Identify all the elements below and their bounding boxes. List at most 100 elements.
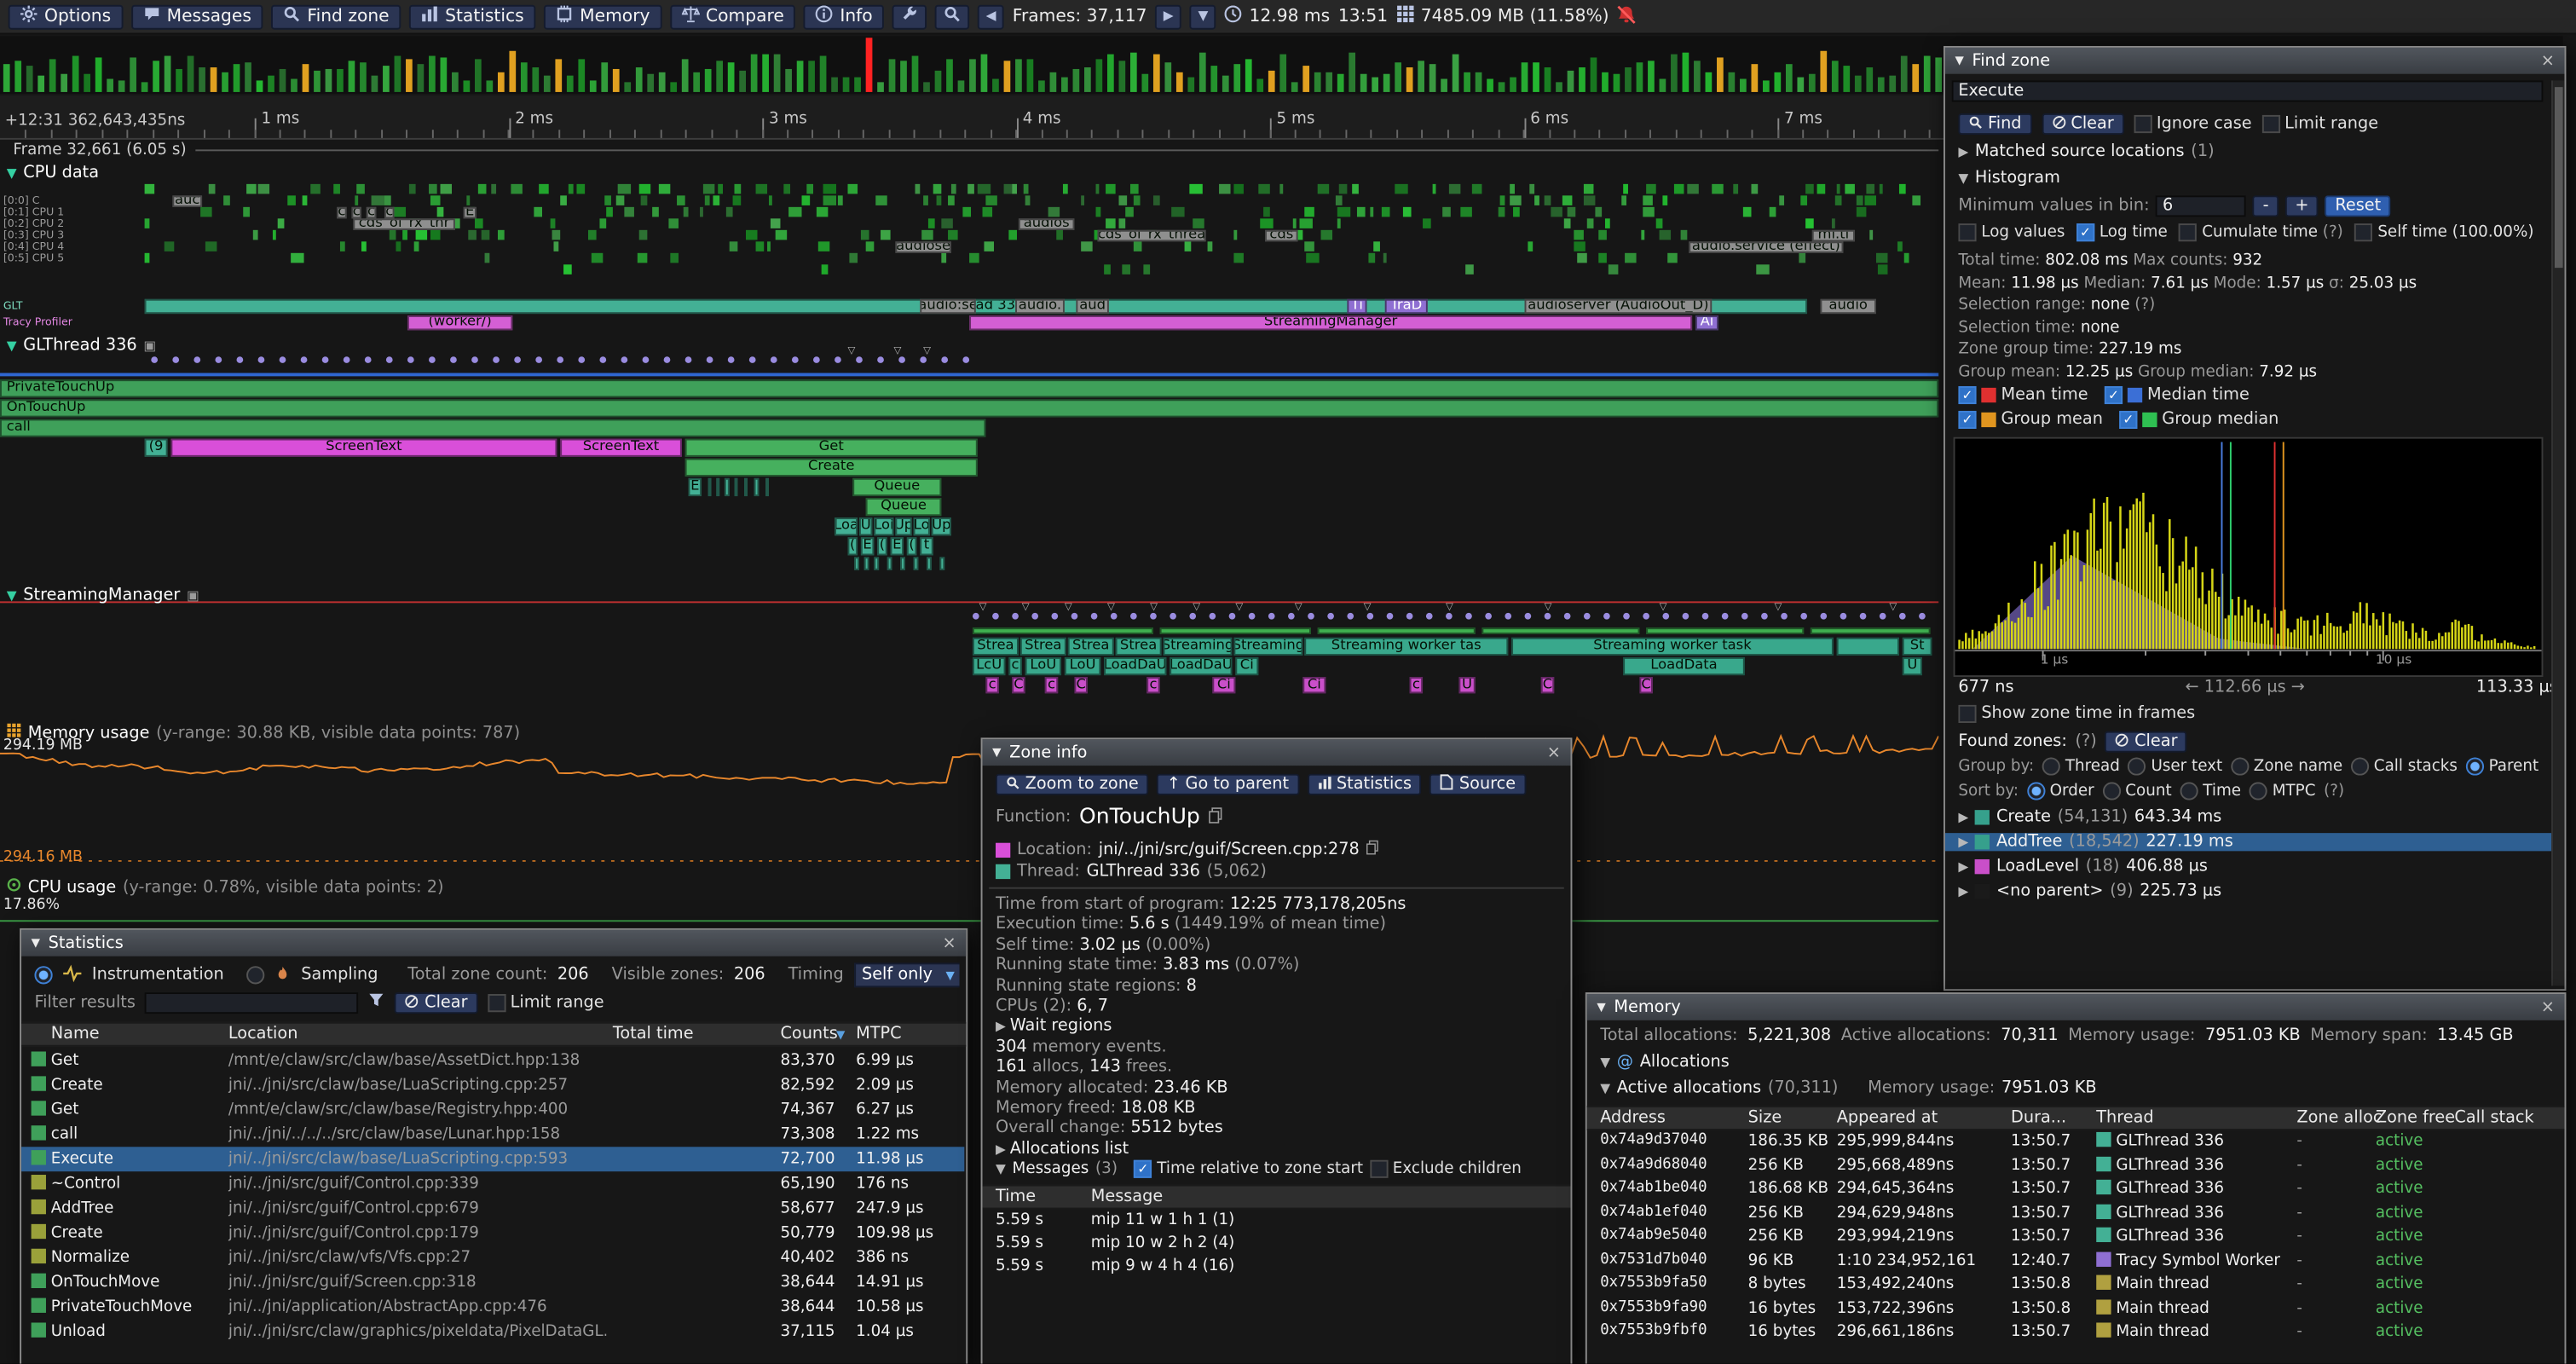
timeline-zone[interactable]: U <box>859 517 872 535</box>
exclude-children-checkbox[interactable]: Exclude children <box>1370 1160 1522 1178</box>
cpu-zone-tick[interactable] <box>1125 207 1134 217</box>
timeline-zone[interactable]: cds <box>1265 230 1298 241</box>
zone-marker-dot[interactable] <box>707 356 713 363</box>
timeline-zone[interactable]: audioserver (AudioOut_D) <box>1525 299 1713 314</box>
cpu-zone-tick[interactable] <box>1528 241 1533 251</box>
zone-marker-dot[interactable] <box>386 356 393 363</box>
zone-marker-dot[interactable] <box>1683 613 1689 620</box>
cpu-zone-tick[interactable] <box>372 195 384 205</box>
collapsed-zone-marker[interactable]: ▽ <box>1107 603 1115 613</box>
clear-button[interactable]: Clear <box>2042 113 2124 135</box>
cpu-zone-tick[interactable] <box>1260 218 1273 228</box>
statistics-titlebar[interactable]: ▼ Statistics × <box>21 930 966 957</box>
legend-median-time[interactable]: ✓Median time <box>2105 386 2250 404</box>
zone-marker-dot[interactable] <box>1249 613 1256 620</box>
stats-table-row[interactable]: PrivateTouchMovejni/../jni/application/A… <box>21 1295 964 1320</box>
cpu-zone-tick[interactable] <box>1756 264 1769 275</box>
timeline-zone[interactable]: c <box>337 207 347 218</box>
zone-marker-dot[interactable] <box>920 356 927 363</box>
stats-table-row[interactable]: Executejni/../jni/src/claw/base/LuaScrip… <box>21 1147 964 1171</box>
cpu-zone-tick[interactable] <box>441 184 452 194</box>
cpu-zone-tick[interactable] <box>1373 241 1380 251</box>
zone-marker-dot[interactable] <box>1130 613 1137 620</box>
timeline-zone[interactable]: Loa <box>835 517 858 535</box>
timeline-zone[interactable] <box>1160 627 1311 634</box>
group-by-zone-name[interactable]: Zone name <box>2231 757 2342 775</box>
timeline-zone[interactable]: audio <box>1820 299 1876 314</box>
cpu-zone-tick[interactable] <box>1551 207 1562 217</box>
glthread-header[interactable]: ▼ GLThread 336 ▣ <box>7 337 156 355</box>
timeline-zone[interactable]: cds_ol_rx_threa <box>1097 230 1205 241</box>
timeline-zone[interactable]: aud <box>1076 299 1109 314</box>
found-zone-group[interactable]: ▶Create(54,131)643.34 ms <box>1958 808 2557 826</box>
cpu-zone-tick[interactable] <box>776 230 787 240</box>
cpu-zone-tick[interactable] <box>1595 207 1602 217</box>
memory-titlebar[interactable]: ▼ Memory × <box>1587 994 2565 1020</box>
cpu-zone-tick[interactable] <box>1134 241 1142 251</box>
cpu-zone-tick[interactable] <box>1584 195 1595 205</box>
timeline-zone[interactable] <box>1481 627 1639 634</box>
cpu-zone-tick[interactable] <box>1837 184 1840 194</box>
cpu-zone-tick[interactable] <box>1643 207 1654 217</box>
cpu-zone-tick[interactable] <box>948 230 958 240</box>
cpu-zone-tick[interactable] <box>1869 230 1873 240</box>
zone-marker-dot[interactable] <box>1051 613 1058 620</box>
find-zone-search-input[interactable] <box>1952 80 2544 101</box>
zone-marker-dot[interactable] <box>1150 613 1157 620</box>
cpu-zone-tick[interactable] <box>624 207 634 217</box>
cpu-zone-tick[interactable] <box>1130 184 1139 194</box>
cpu-zone-tick[interactable] <box>639 230 648 240</box>
cpu-zone-tick[interactable] <box>1193 218 1204 228</box>
zone-marker-dot[interactable] <box>1012 613 1019 620</box>
cpu-zone-tick[interactable] <box>1056 230 1063 240</box>
timeline-zone[interactable]: Ti <box>1347 299 1366 314</box>
cpu-zone-tick[interactable] <box>1857 207 1867 217</box>
log-time-checkbox[interactable]: ✓Log time <box>2076 223 2168 241</box>
cpu-zone-tick[interactable] <box>1118 195 1127 205</box>
cpu-zone-tick[interactable] <box>429 184 437 194</box>
timeline-zone[interactable]: audio. <box>1015 299 1065 314</box>
collapsed-zone-marker[interactable]: ▽ <box>1545 603 1552 613</box>
zone-marker-dot[interactable] <box>621 356 628 363</box>
limit-range-checkbox[interactable]: Limit range <box>488 994 604 1012</box>
zone-marker-dot[interactable] <box>429 356 436 363</box>
zone-marker-dot[interactable] <box>322 356 329 363</box>
timeline-zone[interactable]: E <box>463 207 476 218</box>
timeline-zone[interactable]: t <box>920 537 933 555</box>
cpu-zone-tick[interactable] <box>209 184 216 194</box>
timeline-zone[interactable]: c <box>1410 677 1423 693</box>
zone-marker-dot[interactable] <box>749 356 756 363</box>
cpu-zone-tick[interactable] <box>1733 184 1738 194</box>
cpu-zone-tick[interactable] <box>1770 207 1776 217</box>
compare-button[interactable]: Compare <box>670 4 796 29</box>
timeline-zone[interactable]: C <box>1541 677 1554 693</box>
cpu-zone-tick[interactable] <box>1306 253 1319 263</box>
cpu-zone-tick[interactable] <box>291 253 303 263</box>
collapsed-zone-marker[interactable]: ▽ <box>1022 603 1030 613</box>
zone-marker-dot[interactable] <box>172 356 179 363</box>
statistics-table-header[interactable]: Name Location Total time Counts ▼ MTPC <box>21 1022 966 1047</box>
histogram-header-row[interactable]: ▼ Histogram <box>1958 170 2557 188</box>
memory-usage-plot[interactable] <box>0 733 1938 871</box>
cpu-zone-tick[interactable] <box>1641 230 1644 240</box>
zone-marker-dot[interactable] <box>1189 613 1196 620</box>
zone-marker-dot[interactable] <box>856 356 863 363</box>
legend-mean-time[interactable]: ✓Mean time <box>1958 386 2088 404</box>
cpu-zone-tick[interactable] <box>1433 184 1436 194</box>
timeline-zone[interactable]: Strea <box>973 638 1019 656</box>
cpu-zone-tick[interactable] <box>1143 264 1150 275</box>
cpu-zone-tick[interactable] <box>1025 195 1031 205</box>
cpu-zone-tick[interactable] <box>1352 184 1359 194</box>
cpu-zone-tick[interactable] <box>1605 218 1610 228</box>
cpu-zone-tick[interactable] <box>1298 230 1303 240</box>
zone-marker-dot[interactable] <box>1623 613 1630 620</box>
streamingmanager-header[interactable]: ▼ StreamingManager ▣ <box>7 587 199 604</box>
collapsed-zone-marker[interactable]: ▽ <box>979 603 987 613</box>
zone-marker-dot[interactable] <box>301 356 308 363</box>
allocation-row[interactable]: 0x7553b9fa9016 bytes153,722,396ns13:50.8… <box>1587 1296 2563 1319</box>
zone-marker-dot[interactable] <box>1505 613 1511 620</box>
zone-marker-dot[interactable] <box>792 356 799 363</box>
cpu-zone-tick[interactable] <box>599 218 606 228</box>
cpu-zone-tick[interactable] <box>1835 195 1842 205</box>
zone-marker-dot[interactable] <box>1919 613 1926 620</box>
